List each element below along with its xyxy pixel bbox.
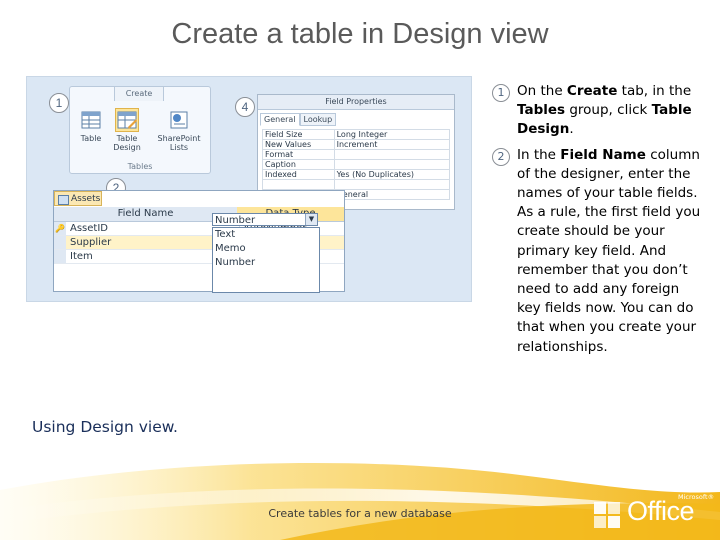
field-properties-tabs: General Lookup xyxy=(260,113,337,126)
sharepoint-lists-button[interactable]: SharePoint Lists xyxy=(154,109,204,152)
step-1: 1 On the Create tab, in the Tables group… xyxy=(492,82,702,140)
property-name xyxy=(262,179,335,190)
design-view-screenshot: 1 4 2 3 Create Table Table Design xyxy=(26,76,472,302)
tab-general[interactable]: General xyxy=(260,113,300,126)
property-row[interactable]: New Values Increment xyxy=(262,139,451,150)
data-type-option[interactable]: Number xyxy=(213,256,319,270)
chevron-down-icon[interactable]: ▼ xyxy=(305,214,317,225)
property-row[interactable]: Indexed Yes (No Duplicates) xyxy=(262,169,451,180)
create-tab[interactable]: Create xyxy=(114,86,164,101)
property-row[interactable]: Field Size Long Integer xyxy=(262,129,451,140)
property-row[interactable]: Caption xyxy=(262,159,451,170)
table-button[interactable]: Table xyxy=(74,109,108,143)
property-row[interactable]: Format xyxy=(262,149,451,160)
step-2: 2 In the Field Name column of the design… xyxy=(492,146,702,357)
field-name-cell[interactable]: Supplier xyxy=(70,236,111,249)
instruction-steps: 1 On the Create tab, in the Tables group… xyxy=(492,82,702,363)
tables-group-label: Tables xyxy=(127,162,153,171)
property-name: New Values xyxy=(262,139,335,150)
data-type-dropdown[interactable]: Number ▼ xyxy=(212,213,318,226)
assets-tab[interactable]: Assets xyxy=(54,191,102,206)
table-design-button[interactable]: Table Design xyxy=(110,108,144,152)
slide-title: Create a table in Design view xyxy=(171,18,549,50)
table-icon xyxy=(58,195,69,205)
callout-1: 1 xyxy=(49,93,69,113)
step-1-number: 1 xyxy=(492,84,510,102)
property-name: Indexed xyxy=(262,169,335,180)
primary-key-icon: 🔑 xyxy=(54,222,66,235)
table-icon xyxy=(81,111,101,129)
property-name: Format xyxy=(262,149,335,160)
tab-lookup[interactable]: Lookup xyxy=(299,113,337,126)
step-1-text: On the Create tab, in the Tables group, … xyxy=(517,83,692,138)
sharepoint-lists-button-label: SharePoint Lists xyxy=(157,134,201,152)
data-type-options: Text Memo Number xyxy=(212,227,320,293)
assets-tab-label: Assets xyxy=(71,194,101,204)
sharepoint-lists-icon xyxy=(170,111,188,129)
property-value[interactable]: General xyxy=(333,189,451,200)
data-type-option[interactable]: Text xyxy=(213,228,319,242)
property-value[interactable] xyxy=(333,179,451,190)
field-properties-title: Field Properties xyxy=(258,95,454,110)
callout-4: 4 xyxy=(235,97,255,117)
property-name: Caption xyxy=(262,159,335,170)
step-2-number: 2 xyxy=(492,147,510,166)
data-type-option[interactable]: Memo xyxy=(213,242,319,256)
property-value[interactable] xyxy=(333,159,451,170)
table-button-label: Table xyxy=(80,134,102,143)
row-selector[interactable] xyxy=(54,236,66,249)
field-name-column-header: Field Name xyxy=(117,208,174,219)
data-type-dropdown-value: Number xyxy=(215,215,256,226)
table-design-button-label: Table Design xyxy=(113,134,141,152)
field-name-cell[interactable]: AssetID xyxy=(70,222,108,235)
create-ribbon: Create Table Table Design SharePoint Lis… xyxy=(69,86,211,174)
office-logo-text: Office xyxy=(627,496,695,526)
property-value[interactable]: Long Integer xyxy=(333,129,451,140)
row-selector[interactable] xyxy=(54,250,66,263)
step-2-text: In the Field Name column of the designer… xyxy=(517,146,701,355)
field-name-cell[interactable]: Item xyxy=(70,250,93,263)
property-row[interactable] xyxy=(262,179,451,190)
property-value[interactable]: Increment xyxy=(333,139,451,150)
property-name: Field Size xyxy=(262,129,335,140)
property-value[interactable]: Yes (No Duplicates) xyxy=(333,169,451,180)
property-value[interactable] xyxy=(333,149,451,160)
table-design-icon xyxy=(115,108,139,132)
